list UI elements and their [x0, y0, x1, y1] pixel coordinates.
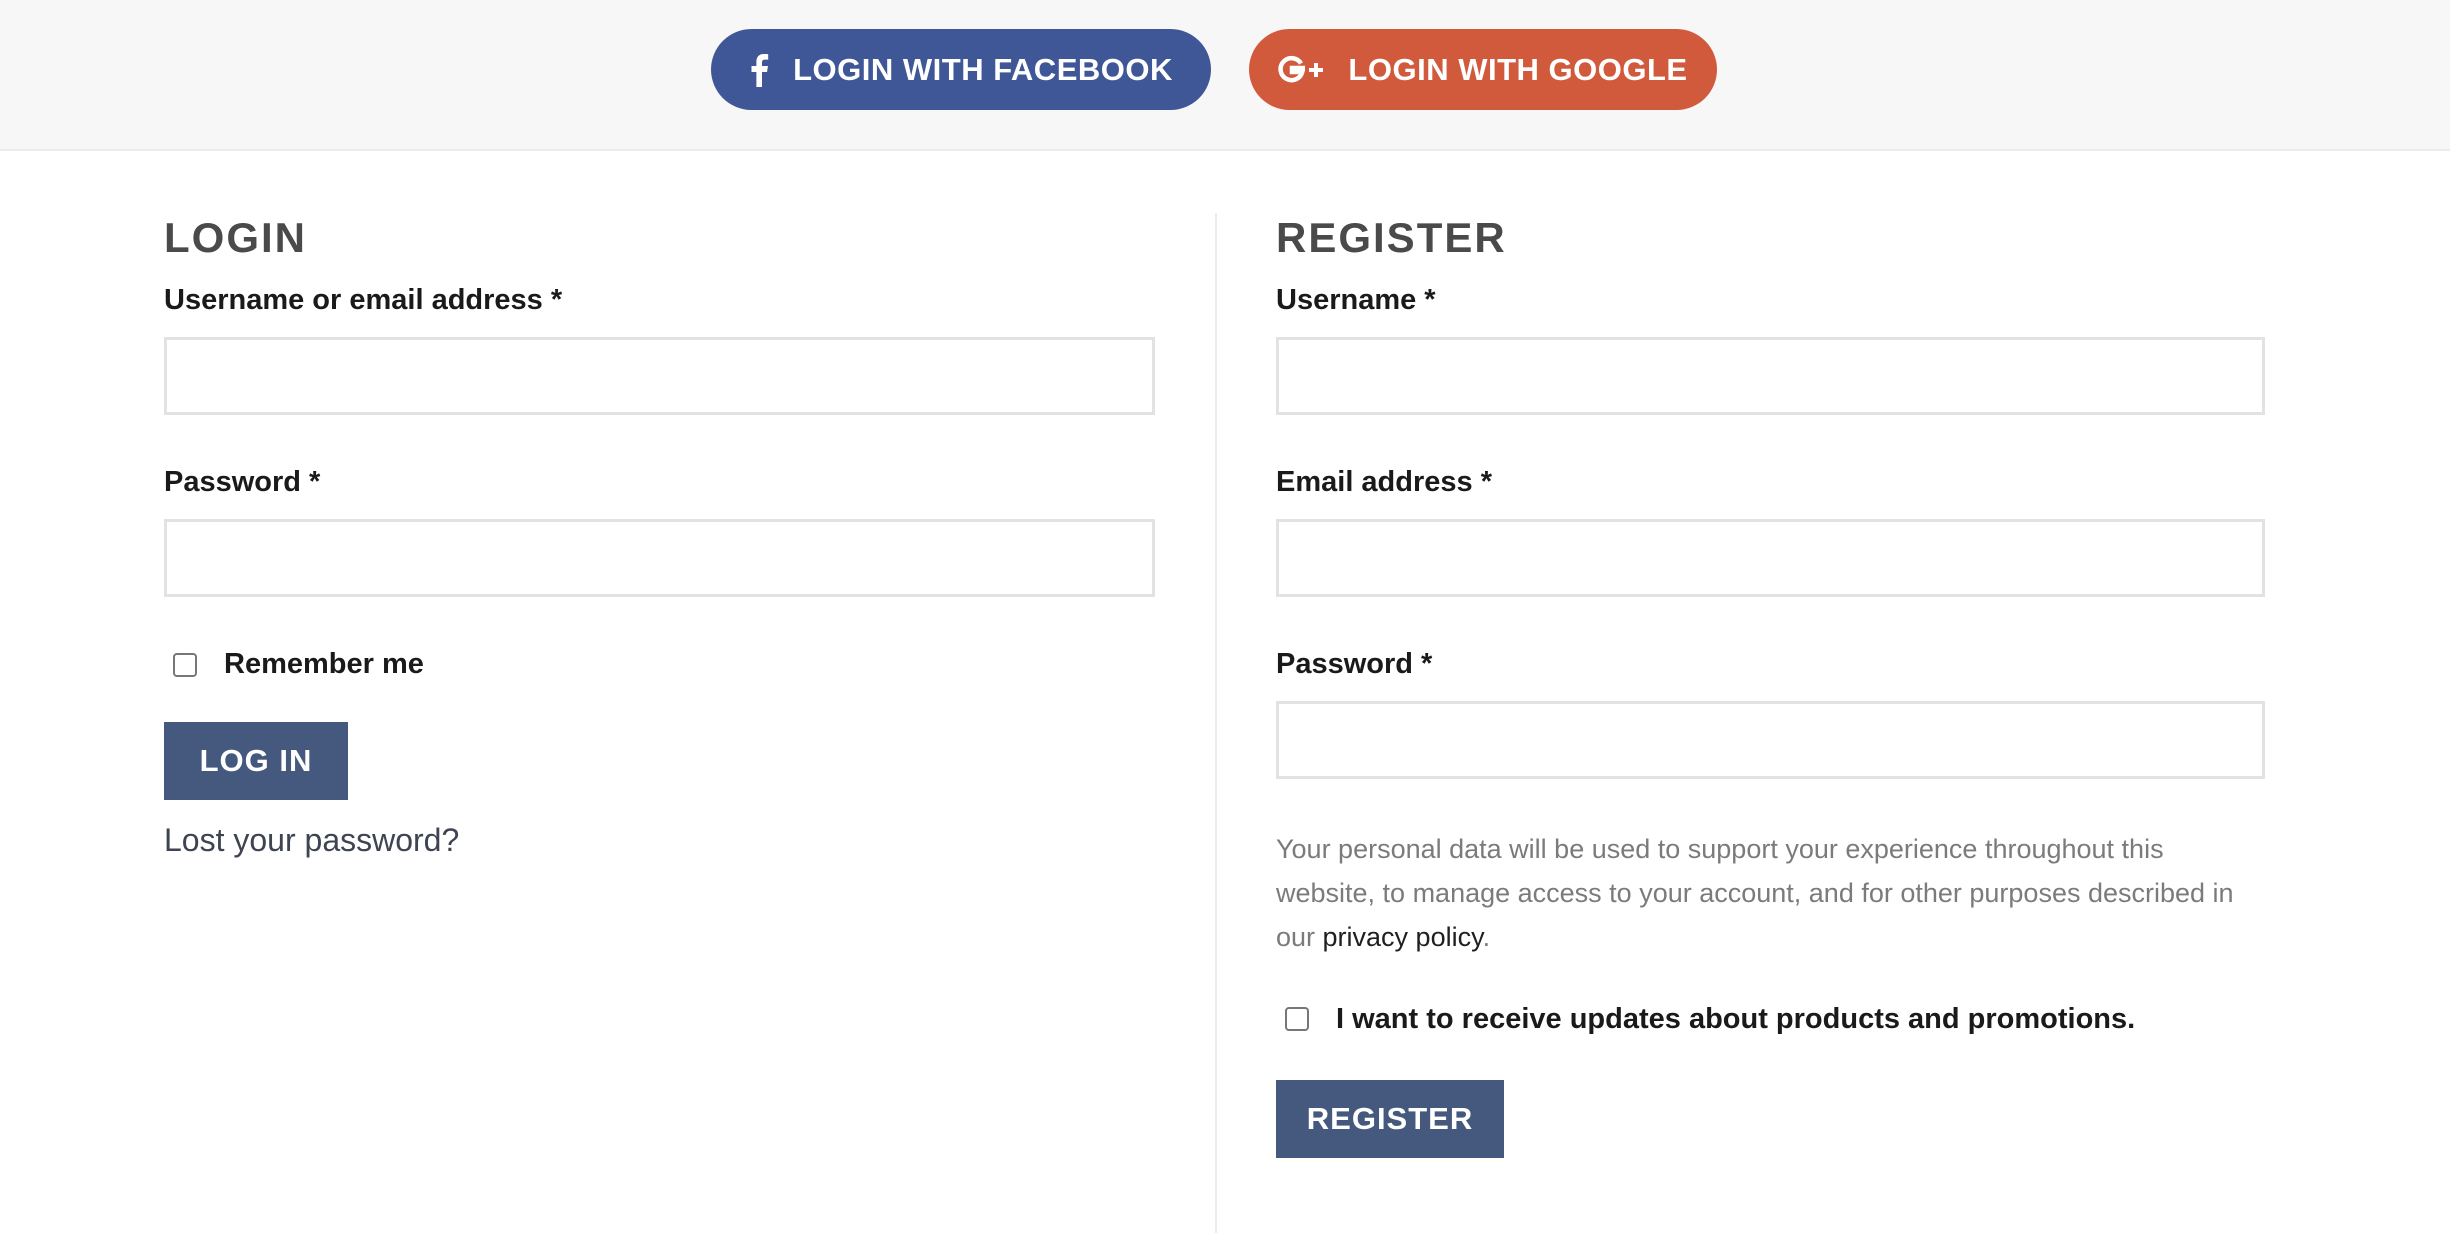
google-plus-icon [1278, 55, 1324, 85]
facebook-icon [749, 53, 769, 87]
register-username-label: Username * [1276, 284, 1436, 316]
privacy-notice-end: . [1482, 922, 1491, 952]
register-password-label: Password * [1276, 648, 1433, 680]
lost-password-link[interactable]: Lost your password? [164, 822, 459, 859]
register-button[interactable]: REGISTER [1276, 1080, 1504, 1158]
privacy-policy-link[interactable]: privacy policy [1323, 922, 1483, 952]
register-password-input[interactable] [1276, 701, 2265, 779]
register-email-label: Email address * [1276, 466, 1492, 498]
login-password-label: Password * [164, 466, 321, 498]
login-with-facebook-button[interactable]: LOGIN WITH FACEBOOK [711, 29, 1211, 110]
social-login-bar: LOGIN WITH FACEBOOK LOGIN WITH GOOGLE [0, 0, 2450, 151]
remember-me-label: Remember me [224, 648, 424, 680]
remember-me-checkbox[interactable] [173, 653, 197, 677]
login-username-label: Username or email address * [164, 284, 563, 316]
register-username-input[interactable] [1276, 337, 2265, 415]
login-title: LOGIN [164, 214, 307, 261]
login-username-input[interactable] [164, 337, 1155, 415]
login-password-input[interactable] [164, 519, 1155, 597]
login-with-google-button[interactable]: LOGIN WITH GOOGLE [1249, 29, 1717, 110]
updates-opt-in-checkbox[interactable] [1285, 1007, 1309, 1031]
privacy-notice: Your personal data will be used to suppo… [1276, 827, 2266, 959]
login-button[interactable]: LOG IN [164, 722, 348, 800]
updates-opt-in-label: I want to receive updates about products… [1336, 1003, 2136, 1035]
facebook-button-label: LOGIN WITH FACEBOOK [793, 51, 1173, 87]
column-divider [1215, 213, 1217, 1233]
register-title: REGISTER [1276, 214, 1507, 261]
google-button-label: LOGIN WITH GOOGLE [1348, 51, 1688, 87]
register-email-input[interactable] [1276, 519, 2265, 597]
